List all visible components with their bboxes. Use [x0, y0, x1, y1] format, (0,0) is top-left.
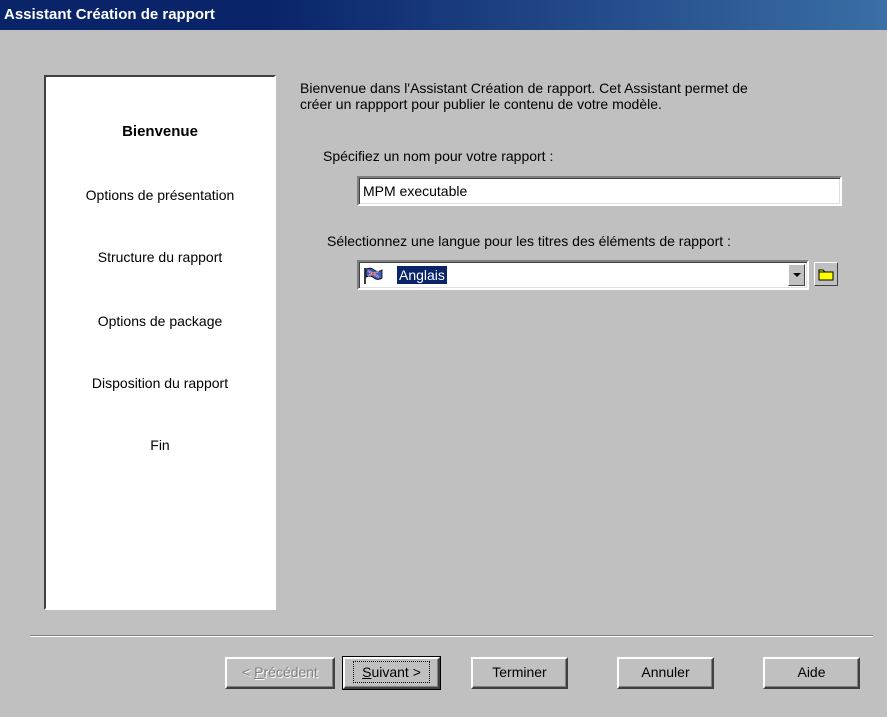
browse-language-button[interactable]: [814, 262, 838, 286]
window-title: Assistant Création de rapport: [0, 0, 887, 30]
report-name-label: Spécifiez un nom pour votre rapport :: [323, 148, 554, 164]
language-select[interactable]: Anglais: [357, 260, 809, 290]
previous-label: récédent: [263, 664, 318, 680]
intro-line-2: créer un rappport pour publier le conten…: [300, 96, 662, 112]
step-fin: Fin: [150, 437, 170, 453]
next-focus-rect: Suivant >: [353, 661, 430, 683]
previous-prefix: <: [242, 664, 255, 680]
step-options-package: Options de package: [97, 313, 223, 329]
step-bienvenue: Bienvenue: [122, 123, 198, 140]
finish-button[interactable]: Terminer: [471, 657, 568, 689]
report-name-input[interactable]: [357, 176, 842, 206]
previous-button[interactable]: < Précédent: [225, 657, 335, 689]
button-separator: [30, 635, 873, 637]
language-label: Sélectionnez une langue pour les titres …: [327, 233, 731, 249]
intro-line-1: Bienvenue dans l'Assistant Création de r…: [300, 80, 748, 96]
chevron-down-icon[interactable]: [788, 264, 805, 286]
language-selected-value: Anglais: [397, 266, 447, 284]
step-disposition-rapport: Disposition du rapport: [91, 375, 229, 391]
step-structure-rapport: Structure du rapport: [97, 249, 223, 265]
help-button[interactable]: Aide: [763, 657, 860, 689]
cancel-button[interactable]: Annuler: [617, 657, 714, 689]
wizard-steps-panel: Bienvenue Options de présentation Struct…: [44, 75, 276, 610]
next-button[interactable]: Suivant >: [342, 656, 441, 690]
intro-text: Bienvenue dans l'Assistant Création de r…: [300, 80, 860, 112]
next-label: uivant >: [371, 664, 421, 680]
folder-icon: [815, 269, 837, 288]
step-options-presentation: Options de présentation: [85, 187, 235, 203]
flag-icon: [363, 267, 383, 284]
